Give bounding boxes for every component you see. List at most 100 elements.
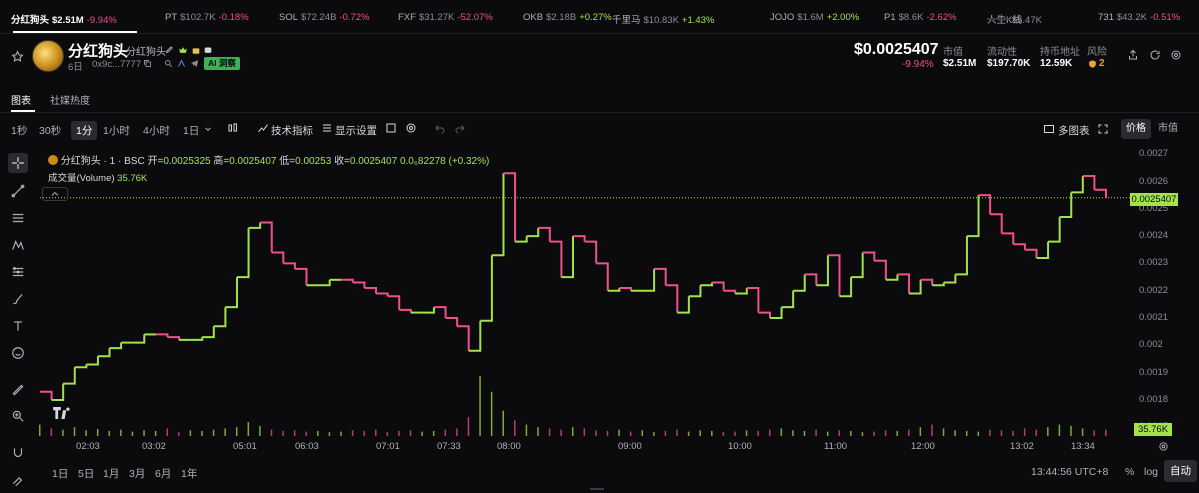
x-tick-label: 03:02 <box>142 441 166 452</box>
price-segment <box>688 285 702 298</box>
volume-bar <box>525 424 528 436</box>
range-1d[interactable]: 1日 <box>52 466 68 481</box>
legend-change: 0.0₆82278 (+0.32%) <box>399 156 490 167</box>
volume-bar <box>977 431 980 436</box>
volume-bar <box>954 430 956 436</box>
volume-bar <box>305 431 307 436</box>
price-segment <box>769 307 783 320</box>
volume-bar <box>363 430 365 436</box>
price-segment <box>236 227 250 279</box>
tradingview-logo-icon[interactable] <box>52 405 74 421</box>
range-3m[interactable]: 3月 <box>129 466 145 481</box>
auto-scale-toggle[interactable]: 自动 <box>1164 460 1197 482</box>
volume-bar <box>722 432 725 436</box>
price-segment <box>932 282 945 287</box>
price-segment <box>943 274 957 284</box>
price-segment <box>132 334 146 344</box>
price-segment <box>723 289 737 294</box>
price-segment <box>97 348 111 358</box>
price-segment <box>1001 232 1015 245</box>
price-segment <box>457 325 470 351</box>
price-segment <box>700 282 714 287</box>
price-segment <box>909 279 922 295</box>
volume-bar <box>792 430 794 436</box>
price-segment <box>109 342 123 350</box>
range-1y[interactable]: 1年 <box>181 466 197 481</box>
x-tick-label: 07:33 <box>437 441 461 452</box>
volume-bar <box>606 430 609 436</box>
price-chart[interactable] <box>0 0 1199 493</box>
x-tick-label: 12:00 <box>911 441 935 452</box>
price-segment <box>874 259 887 280</box>
volume-bar <box>537 427 539 436</box>
y-tick-label: 0.002 <box>1139 339 1163 351</box>
price-segment <box>781 290 795 309</box>
price-segment <box>584 240 598 264</box>
legend-close-label: 收= <box>334 156 350 167</box>
volume-bar <box>687 431 690 436</box>
price-segment <box>387 295 401 310</box>
x-tick-label: 09:00 <box>618 441 642 452</box>
range-5d[interactable]: 5日 <box>78 466 94 481</box>
percent-toggle[interactable]: % <box>1125 466 1134 478</box>
legend-coin-icon <box>48 155 58 165</box>
volume-bar <box>85 430 87 436</box>
collapse-legend-button[interactable] <box>42 187 68 201</box>
volume-bar <box>502 410 504 436</box>
legend-high: 0.0025407 <box>229 156 277 167</box>
resize-handle[interactable] <box>590 488 604 490</box>
range-6m[interactable]: 6月 <box>155 466 171 481</box>
price-segment <box>538 226 551 242</box>
utc-clock[interactable]: 13:44:56 UTC+8 <box>1031 466 1108 478</box>
x-tick-label: 07:01 <box>376 441 400 452</box>
volume-bar <box>1058 424 1061 436</box>
volume-bar <box>224 428 226 436</box>
y-tick-label: 0.0019 <box>1139 366 1169 378</box>
volume-bar <box>989 429 991 436</box>
price-segment <box>155 333 169 338</box>
log-toggle[interactable]: log <box>1144 466 1158 478</box>
price-segment <box>422 307 435 314</box>
y-tick-label: 0.0021 <box>1139 312 1169 324</box>
price-segment <box>1013 243 1026 250</box>
volume-bar <box>711 430 713 436</box>
price-segment <box>712 281 725 291</box>
price-segment <box>202 326 215 339</box>
range-1m[interactable]: 1月 <box>103 466 119 481</box>
volume-bar <box>1070 425 1072 436</box>
x-tick-label: 06:03 <box>295 441 319 452</box>
volume-bar <box>317 430 319 436</box>
volume-bar <box>212 429 215 436</box>
price-segment <box>839 277 853 298</box>
y-tick-label: 0.0018 <box>1139 393 1169 405</box>
price-segment <box>283 262 296 269</box>
volume-bar <box>282 430 284 436</box>
legend-open-label: 开= <box>147 156 164 167</box>
volume-bar <box>908 429 910 436</box>
axis-settings-icon[interactable] <box>1157 440 1169 452</box>
volume-legend: 成交量(Volume) 35.76K <box>48 170 147 184</box>
volume-bar <box>467 417 470 436</box>
volume-bar <box>96 429 99 436</box>
price-segment <box>746 287 760 313</box>
price-segment <box>804 273 818 286</box>
volume-label: 成交量(Volume) <box>48 173 115 184</box>
volume-bar <box>73 427 76 436</box>
price-segment <box>793 274 806 292</box>
volume-bar <box>768 429 771 436</box>
x-tick-label: 08:00 <box>497 441 521 452</box>
price-segment <box>352 281 366 288</box>
volume-bar <box>583 428 586 436</box>
legend-symbol: 分红狗头 · 1 · BSC <box>60 156 145 167</box>
volume-bar <box>490 391 493 436</box>
y-tick-label: 0.0027 <box>1139 148 1169 160</box>
volume-bar <box>1105 429 1107 436</box>
price-segment <box>1094 188 1107 198</box>
price-segment <box>213 307 227 328</box>
volume-bar <box>62 429 64 436</box>
price-segment <box>526 227 540 238</box>
volume-bar <box>861 432 864 436</box>
volume-bar <box>815 429 817 436</box>
price-segment <box>1048 217 1061 243</box>
y-tick-label: 0.0026 <box>1139 175 1169 187</box>
